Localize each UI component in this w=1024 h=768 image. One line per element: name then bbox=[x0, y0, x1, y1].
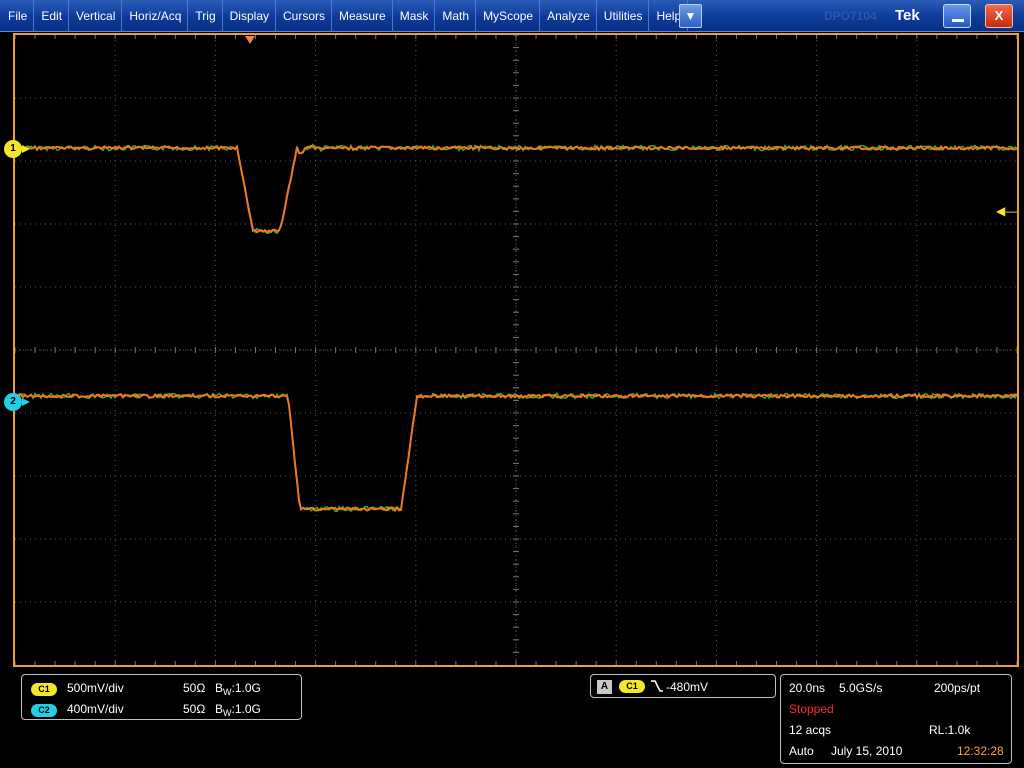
trigger-position-marker[interactable] bbox=[245, 36, 255, 44]
menu-horiz-acq[interactable]: Horiz/Acq bbox=[122, 0, 189, 32]
vertical-readout-panel[interactable]: C1 500mV/div 50Ω BW:1.0G C2 400mV/div 50… bbox=[21, 674, 302, 720]
menu-trig[interactable]: Trig bbox=[188, 0, 223, 32]
menu-mask[interactable]: Mask bbox=[393, 0, 436, 32]
minimize-button[interactable] bbox=[943, 4, 971, 28]
channel-1-impedance: 50Ω bbox=[183, 681, 206, 695]
menu-dropdown-button[interactable]: ▼ bbox=[679, 4, 702, 28]
bw-sub: W bbox=[223, 708, 232, 718]
minimize-icon bbox=[952, 19, 964, 22]
trigger-readout-panel[interactable]: A C1 -480mV bbox=[590, 674, 776, 698]
bw-label: B bbox=[215, 702, 224, 716]
channel-1-scale: 500mV/div bbox=[67, 681, 124, 695]
channel-1-ground-marker[interactable]: 1 bbox=[4, 140, 22, 158]
waveform-display[interactable] bbox=[13, 33, 1019, 667]
time-per-division: 20.0ns bbox=[789, 681, 826, 695]
graticule bbox=[15, 35, 1017, 665]
menu-math[interactable]: Math bbox=[435, 0, 477, 32]
trigger-level: -480mV bbox=[666, 680, 709, 694]
horizontal-readout-panel[interactable]: 20.0ns 5.0GS/s 200ps/pt Stopped 12 acqs … bbox=[780, 674, 1012, 764]
menu-measure[interactable]: Measure bbox=[332, 0, 393, 32]
trigger-source-badge: C1 bbox=[619, 680, 645, 693]
clock-time: 12:32:28 bbox=[957, 744, 1004, 758]
acquisition-state[interactable]: Stopped bbox=[789, 702, 834, 716]
menu-analyze[interactable]: Analyze bbox=[540, 0, 597, 32]
falling-edge-icon bbox=[651, 680, 663, 692]
date: July 15, 2010 bbox=[831, 744, 903, 758]
channel-1-badge[interactable]: C1 bbox=[31, 683, 57, 696]
menu-edit[interactable]: Edit bbox=[34, 0, 70, 32]
channel-2-scale: 400mV/div bbox=[67, 702, 124, 716]
menu-bar: File Edit Vertical Horiz/Acq Trig Displa… bbox=[0, 0, 1024, 32]
record-length: RL:1.0k bbox=[929, 723, 971, 737]
sample-rate: 5.0GS/s bbox=[839, 681, 883, 695]
channel-2-ground-marker[interactable]: 2 bbox=[4, 393, 22, 411]
chevron-down-icon: ▼ bbox=[684, 9, 697, 23]
bw-sub: W bbox=[223, 687, 232, 697]
acquisition-count: 12 acqs bbox=[789, 723, 832, 737]
menu-display[interactable]: Display bbox=[223, 0, 276, 32]
menu-cursors[interactable]: Cursors bbox=[276, 0, 333, 32]
menu-vertical[interactable]: Vertical bbox=[69, 0, 123, 32]
channel-2-bandwidth: BW:1.0G bbox=[215, 702, 261, 718]
close-button[interactable]: X bbox=[985, 4, 1013, 28]
trigger-level-arrow-icon[interactable]: ◀— bbox=[996, 204, 1017, 218]
bw-value: :1.0G bbox=[231, 681, 261, 695]
instrument-model-label: DPO7104 bbox=[824, 9, 877, 23]
channel-2-impedance: 50Ω bbox=[183, 702, 206, 716]
channel-2-arrow-icon bbox=[22, 398, 30, 406]
menu-file[interactable]: File bbox=[0, 0, 35, 32]
trigger-mode: Auto bbox=[789, 744, 814, 758]
bw-label: B bbox=[215, 681, 224, 695]
channel-2-badge[interactable]: C2 bbox=[31, 704, 57, 717]
bw-value: :1.0G bbox=[231, 702, 261, 716]
menu-items: File Edit Vertical Horiz/Acq Trig Displa… bbox=[0, 0, 689, 32]
resolution: 200ps/pt bbox=[934, 681, 981, 695]
menu-myscope[interactable]: MyScope bbox=[476, 0, 541, 32]
channel-1-bandwidth: BW:1.0G bbox=[215, 681, 261, 697]
trigger-mode-box: A bbox=[597, 680, 612, 694]
channel-1-arrow-icon bbox=[22, 145, 30, 153]
tek-logo: Tek bbox=[895, 7, 920, 24]
menu-utilities[interactable]: Utilities bbox=[597, 0, 650, 32]
